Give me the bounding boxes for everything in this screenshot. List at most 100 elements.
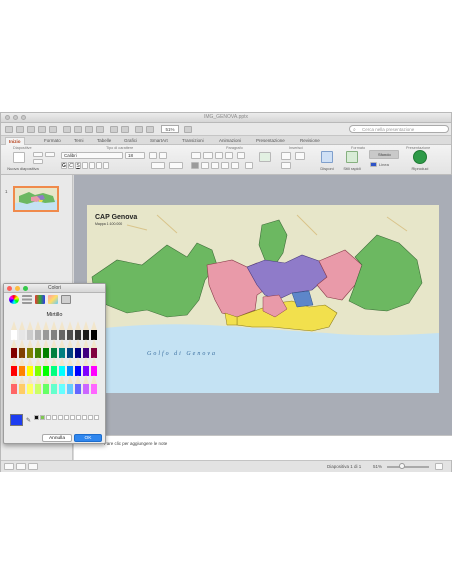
color-well[interactable] [76,415,81,420]
format-painter-icon[interactable] [96,126,104,133]
copy-icon[interactable] [74,126,82,133]
color-well[interactable] [64,415,69,420]
tab-grafici[interactable]: Grafici [121,137,140,144]
numbering-icon[interactable] [203,152,213,159]
section-button[interactable] [45,152,55,157]
color-well[interactable] [70,415,75,420]
new-slide-icon[interactable] [13,152,25,163]
layout-button[interactable] [33,152,43,157]
color-well[interactable] [94,415,99,420]
redo-icon[interactable] [121,126,129,133]
line-spacing-icon[interactable] [237,152,245,159]
insert-icon[interactable] [135,126,143,133]
slide[interactable]: CAP Genova Mappa 1:100.000 Golfo di Geno… [87,205,439,393]
zoom-slider-handle[interactable] [399,463,405,469]
paste-icon[interactable] [85,126,93,133]
color-well[interactable] [52,415,57,420]
templates-icon[interactable] [16,126,24,133]
subscript-icon[interactable] [96,162,102,169]
text-box-icon[interactable] [281,152,291,160]
line-color-icon[interactable] [370,162,377,167]
font-color-icon[interactable] [151,162,165,169]
font-name-select[interactable]: Calibri [61,152,123,159]
slide-sorter-icon[interactable] [16,463,26,470]
arrange-icon[interactable] [321,151,333,163]
align-right-icon[interactable] [211,162,219,169]
color-well[interactable] [88,415,93,420]
pencil-palette[interactable] [9,321,102,395]
pencils-icon[interactable] [61,295,71,304]
sliders-icon[interactable] [22,295,32,304]
slide-thumbnail[interactable] [13,186,59,212]
color-well[interactable] [58,415,63,420]
font-size-select[interactable]: 18 [125,152,145,159]
play-label[interactable]: Riproduci [405,166,435,171]
cancel-button[interactable]: Annulla [42,434,72,442]
quick-styles-label[interactable]: Stili rapidi [337,166,367,171]
notes-pane[interactable]: Fare clic per aggiungere le note [74,435,452,460]
cut-icon[interactable] [63,126,71,133]
smartart-convert-icon[interactable] [259,152,271,162]
tab-presentazione[interactable]: Presentazione [253,137,288,144]
tab-formato[interactable]: Formato [41,137,64,144]
fill-button[interactable]: Sfondo [369,150,399,159]
selected-color-swatch[interactable] [10,414,23,426]
picture-icon[interactable] [295,152,305,160]
color-well[interactable] [34,415,39,420]
color-well[interactable] [82,415,87,420]
underline-icon[interactable]: S [75,162,81,169]
fit-to-window-icon[interactable] [435,463,443,470]
bold-icon[interactable]: G [61,162,67,169]
undo-icon[interactable] [110,126,118,133]
tab-animazioni[interactable]: Animazioni [216,137,244,144]
help-icon[interactable] [184,126,192,133]
line-button[interactable]: Linea [379,162,399,167]
tab-smartart[interactable]: SmartArt [147,137,171,144]
tab-transizioni[interactable]: Transizioni [179,137,207,144]
print-icon[interactable] [49,126,57,133]
shape-icon[interactable] [281,162,291,169]
shrink-font-icon[interactable] [159,152,167,159]
ok-button[interactable]: OK [74,434,102,442]
new-slide-label[interactable]: Nuova diapositiva [3,166,43,171]
indent-decrease-icon[interactable] [215,152,223,159]
quick-styles-icon[interactable] [346,151,358,163]
strikethrough-icon[interactable] [82,162,88,169]
tab-temi[interactable]: Temi [71,137,87,144]
open-icon[interactable] [27,126,35,133]
save-icon[interactable] [38,126,46,133]
new-document-icon[interactable] [5,126,13,133]
search-input[interactable]: ⌕ Cerca nella presentazione [349,125,449,133]
highlight-icon[interactable] [169,162,183,169]
indent-increase-icon[interactable] [225,152,233,159]
eyedropper-icon[interactable]: ✎ [26,417,31,424]
panel-close-button[interactable] [7,286,12,291]
color-wheel-icon[interactable] [9,295,19,304]
image-palette-icon[interactable] [48,295,58,304]
italic-icon[interactable]: C [68,162,74,169]
tab-tabelle[interactable]: Tabelle [94,137,114,144]
text-direction-icon[interactable] [245,162,253,169]
panel-minimize-button[interactable] [15,286,20,291]
grow-font-icon[interactable] [149,152,157,159]
columns-icon[interactable] [231,162,239,169]
case-icon[interactable] [103,162,109,169]
reset-button[interactable] [33,159,43,164]
zoom-slider[interactable] [387,466,429,468]
panel-zoom-button[interactable] [23,286,28,291]
align-left-icon[interactable] [191,162,199,169]
zoom-field[interactable]: 51% [161,125,179,133]
align-center-icon[interactable] [201,162,209,169]
superscript-icon[interactable] [89,162,95,169]
tab-inizio[interactable]: Inizio [5,137,25,145]
justify-icon[interactable] [221,162,229,169]
slideshow-view-icon[interactable] [28,463,38,470]
color-well[interactable] [46,415,51,420]
color-well[interactable] [40,415,45,420]
media-icon[interactable] [146,126,154,133]
bullets-icon[interactable] [191,152,201,159]
palettes-icon[interactable] [35,295,45,304]
tab-revisione[interactable]: Revisione [297,137,323,144]
play-icon[interactable] [413,150,427,164]
normal-view-icon[interactable] [4,463,14,470]
